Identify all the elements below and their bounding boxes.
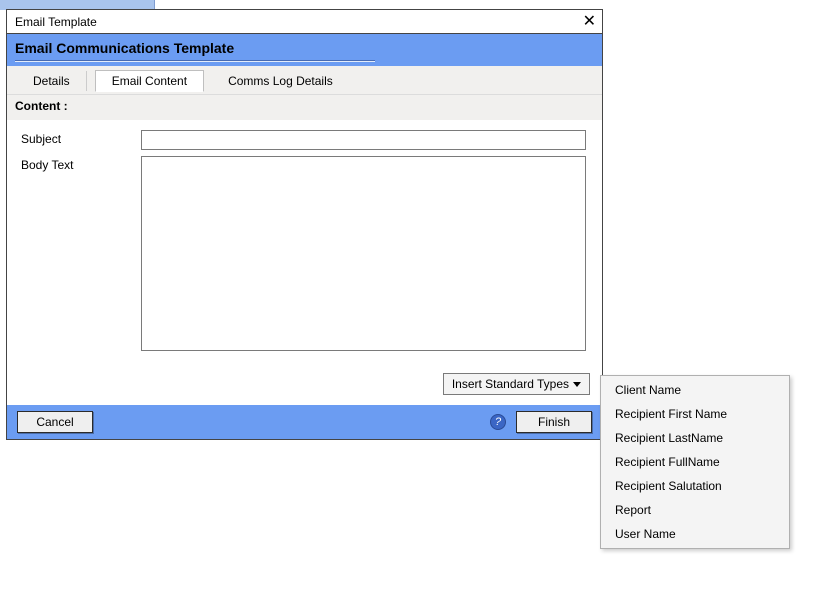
insert-row: Insert Standard Types	[7, 367, 602, 405]
subject-label: Subject	[21, 130, 141, 146]
form-area: Subject Body Text	[7, 120, 602, 367]
tab-email-content[interactable]: Email Content	[95, 70, 204, 92]
insert-standard-types-button[interactable]: Insert Standard Types	[443, 373, 590, 395]
window-title: Email Template	[15, 15, 97, 29]
caret-down-icon	[573, 382, 581, 387]
subject-input[interactable]	[141, 130, 586, 150]
body-text-input[interactable]	[141, 156, 586, 351]
banner-underline	[15, 60, 375, 62]
close-icon[interactable]: ✕	[583, 14, 596, 30]
titlebar: Email Template ✕	[7, 10, 602, 34]
banner-title: Email Communications Template	[15, 40, 234, 56]
tab-comms-log-details[interactable]: Comms Log Details	[212, 71, 349, 91]
menu-item-client-name[interactable]: Client Name	[601, 378, 789, 402]
menu-item-report[interactable]: Report	[601, 498, 789, 522]
tab-label: Email Content	[112, 74, 187, 88]
menu-item-user-name[interactable]: User Name	[601, 522, 789, 546]
cancel-button[interactable]: Cancel	[17, 411, 93, 433]
insert-button-label: Insert Standard Types	[452, 377, 569, 391]
menu-item-recipient-last-name[interactable]: Recipient LastName	[601, 426, 789, 450]
tabs-row: Details Email Content Comms Log Details	[7, 66, 602, 95]
footer-bar: Cancel ? Finish	[7, 405, 602, 439]
banner: Email Communications Template	[7, 34, 602, 66]
tab-details[interactable]: Details	[17, 71, 87, 91]
finish-button[interactable]: Finish	[516, 411, 592, 433]
menu-item-recipient-full-name[interactable]: Recipient FullName	[601, 450, 789, 474]
help-icon[interactable]: ?	[490, 414, 506, 430]
insert-standard-types-menu: Client Name Recipient First Name Recipie…	[600, 375, 790, 549]
content-section-label: Content :	[7, 95, 602, 120]
email-template-window: Email Template ✕ Email Communications Te…	[6, 9, 603, 440]
tab-label: Details	[33, 74, 70, 88]
menu-item-recipient-first-name[interactable]: Recipient First Name	[601, 402, 789, 426]
subject-row: Subject	[21, 130, 588, 150]
tab-label: Comms Log Details	[228, 74, 333, 88]
body-text-label: Body Text	[21, 156, 141, 172]
body-row: Body Text	[21, 156, 588, 351]
menu-item-recipient-salutation[interactable]: Recipient Salutation	[601, 474, 789, 498]
